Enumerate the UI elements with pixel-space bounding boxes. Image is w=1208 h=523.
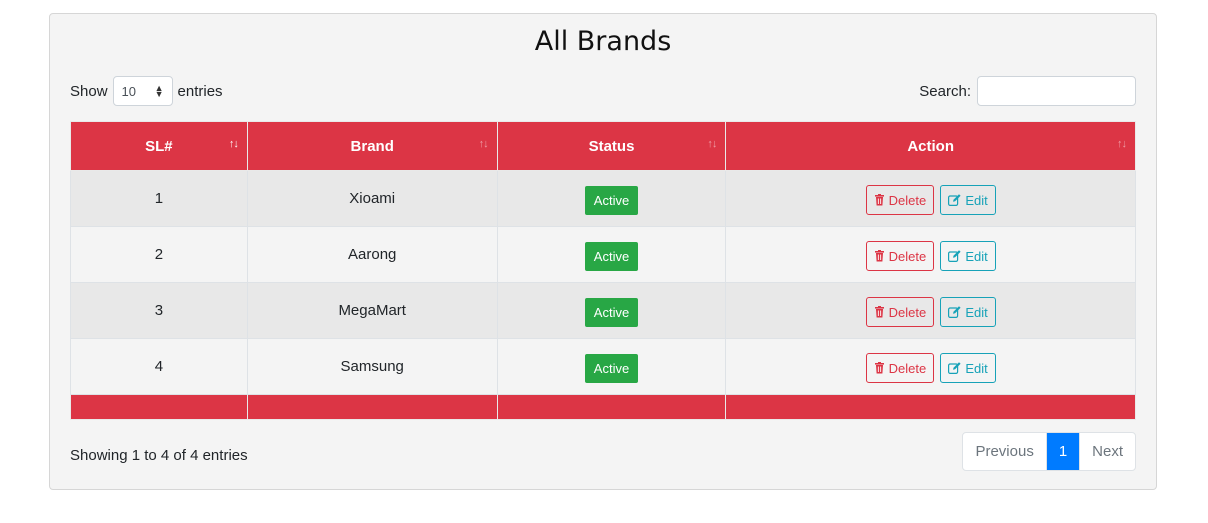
trash-icon bbox=[874, 250, 885, 262]
search-control: Search: bbox=[919, 76, 1136, 106]
sort-icon: ↑↓ bbox=[478, 138, 489, 150]
edit-button-label: Edit bbox=[965, 248, 988, 264]
column-header-brand-label: Brand bbox=[350, 137, 394, 155]
edit-button[interactable]: Edit bbox=[940, 297, 996, 327]
cell-action: Delete Edit bbox=[725, 282, 1136, 339]
edit-icon bbox=[948, 306, 961, 318]
table-row: 1 Xioami Active Delete Edit bbox=[70, 170, 1136, 227]
edit-button[interactable]: Edit bbox=[940, 185, 996, 215]
cell-sl: 3 bbox=[70, 282, 248, 339]
status-badge: Active bbox=[584, 353, 639, 383]
cell-brand: Samsung bbox=[246, 338, 498, 395]
edit-button-label: Edit bbox=[965, 360, 988, 376]
cell-action: Delete Edit bbox=[725, 170, 1136, 227]
status-badge: Active bbox=[584, 297, 639, 327]
cell-brand: MegaMart bbox=[246, 282, 498, 339]
pagination-next[interactable]: Next bbox=[1079, 433, 1135, 470]
search-label: Search: bbox=[919, 82, 971, 100]
show-label: Show bbox=[70, 82, 108, 100]
column-header-action-label: Action bbox=[907, 137, 955, 155]
cell-status: Active bbox=[496, 170, 727, 227]
edit-icon bbox=[948, 194, 961, 206]
delete-button-label: Delete bbox=[888, 192, 927, 208]
footer-cell bbox=[70, 394, 248, 420]
delete-button[interactable]: Delete bbox=[865, 297, 935, 327]
table-row: 3 MegaMart Active Delete Edit bbox=[70, 282, 1136, 339]
trash-icon bbox=[874, 194, 885, 206]
edit-icon bbox=[948, 250, 961, 262]
pagination-previous[interactable]: Previous bbox=[963, 433, 1047, 470]
table-row: 2 Aarong Active Delete Edit bbox=[70, 226, 1136, 283]
sort-icon: ↑↓ bbox=[228, 138, 239, 150]
edit-button[interactable]: Edit bbox=[940, 241, 996, 271]
trash-icon bbox=[874, 306, 885, 318]
delete-button[interactable]: Delete bbox=[865, 185, 935, 215]
column-header-sl[interactable]: SL# ↑↓ bbox=[70, 121, 248, 171]
cell-sl: 4 bbox=[70, 338, 248, 395]
caret-updown-icon: ▲ ▼ bbox=[154, 83, 164, 99]
edit-button-label: Edit bbox=[965, 192, 988, 208]
trash-icon bbox=[874, 362, 885, 374]
table-row: 4 Samsung Active Delete Edit bbox=[70, 338, 1136, 395]
sort-icon: ↑↓ bbox=[1117, 138, 1127, 150]
cell-action: Delete Edit bbox=[725, 226, 1136, 283]
entries-length-select[interactable]: 10 ▲ ▼ bbox=[112, 76, 173, 106]
status-badge: Active bbox=[584, 241, 639, 271]
table-footer-row bbox=[70, 394, 1136, 420]
search-input[interactable] bbox=[977, 76, 1136, 106]
cell-sl: 1 bbox=[70, 170, 248, 227]
entries-length-control: Show 10 ▲ ▼ entries bbox=[70, 76, 223, 106]
brands-card: All Brands Show 10 ▲ ▼ entries Search: SL… bbox=[49, 13, 1157, 490]
cell-brand: Xioami bbox=[246, 170, 498, 227]
table-header-row: SL# ↑↓ Brand ↑↓ Status ↑↓ Action ↑↓ bbox=[70, 121, 1136, 171]
column-header-brand[interactable]: Brand ↑↓ bbox=[246, 121, 498, 171]
pagination: Previous 1 Next bbox=[962, 432, 1136, 471]
entries-label: entries bbox=[177, 82, 223, 100]
footer-cell bbox=[725, 394, 1136, 420]
column-header-status-label: Status bbox=[588, 137, 635, 155]
edit-button-label: Edit bbox=[965, 304, 988, 320]
cell-status: Active bbox=[496, 282, 727, 339]
delete-button-label: Delete bbox=[888, 248, 927, 264]
delete-button[interactable]: Delete bbox=[865, 241, 935, 271]
cell-action: Delete Edit bbox=[725, 338, 1136, 395]
entries-length-value: 10 bbox=[121, 83, 136, 99]
delete-button-label: Delete bbox=[888, 360, 927, 376]
delete-button[interactable]: Delete bbox=[865, 353, 935, 383]
cell-status: Active bbox=[496, 338, 727, 395]
cell-sl: 2 bbox=[70, 226, 248, 283]
status-badge: Active bbox=[584, 185, 639, 215]
table-info: Showing 1 to 4 of 4 entries bbox=[70, 447, 248, 464]
column-header-status[interactable]: Status ↑↓ bbox=[496, 121, 727, 171]
cell-brand: Aarong bbox=[246, 226, 498, 283]
brands-table: SL# ↑↓ Brand ↑↓ Status ↑↓ Action ↑↓ 1 Xi… bbox=[70, 121, 1136, 420]
column-header-action[interactable]: Action ↑↓ bbox=[725, 121, 1136, 171]
sort-icon: ↑↓ bbox=[707, 138, 717, 150]
pagination-page-current[interactable]: 1 bbox=[1046, 433, 1080, 470]
cell-status: Active bbox=[496, 226, 727, 283]
footer-cell bbox=[496, 394, 727, 420]
edit-icon bbox=[948, 362, 961, 374]
footer-cell bbox=[246, 394, 498, 420]
edit-button[interactable]: Edit bbox=[940, 353, 996, 383]
column-header-sl-label: SL# bbox=[145, 137, 173, 155]
page-title: All Brands bbox=[534, 26, 672, 57]
delete-button-label: Delete bbox=[888, 304, 927, 320]
